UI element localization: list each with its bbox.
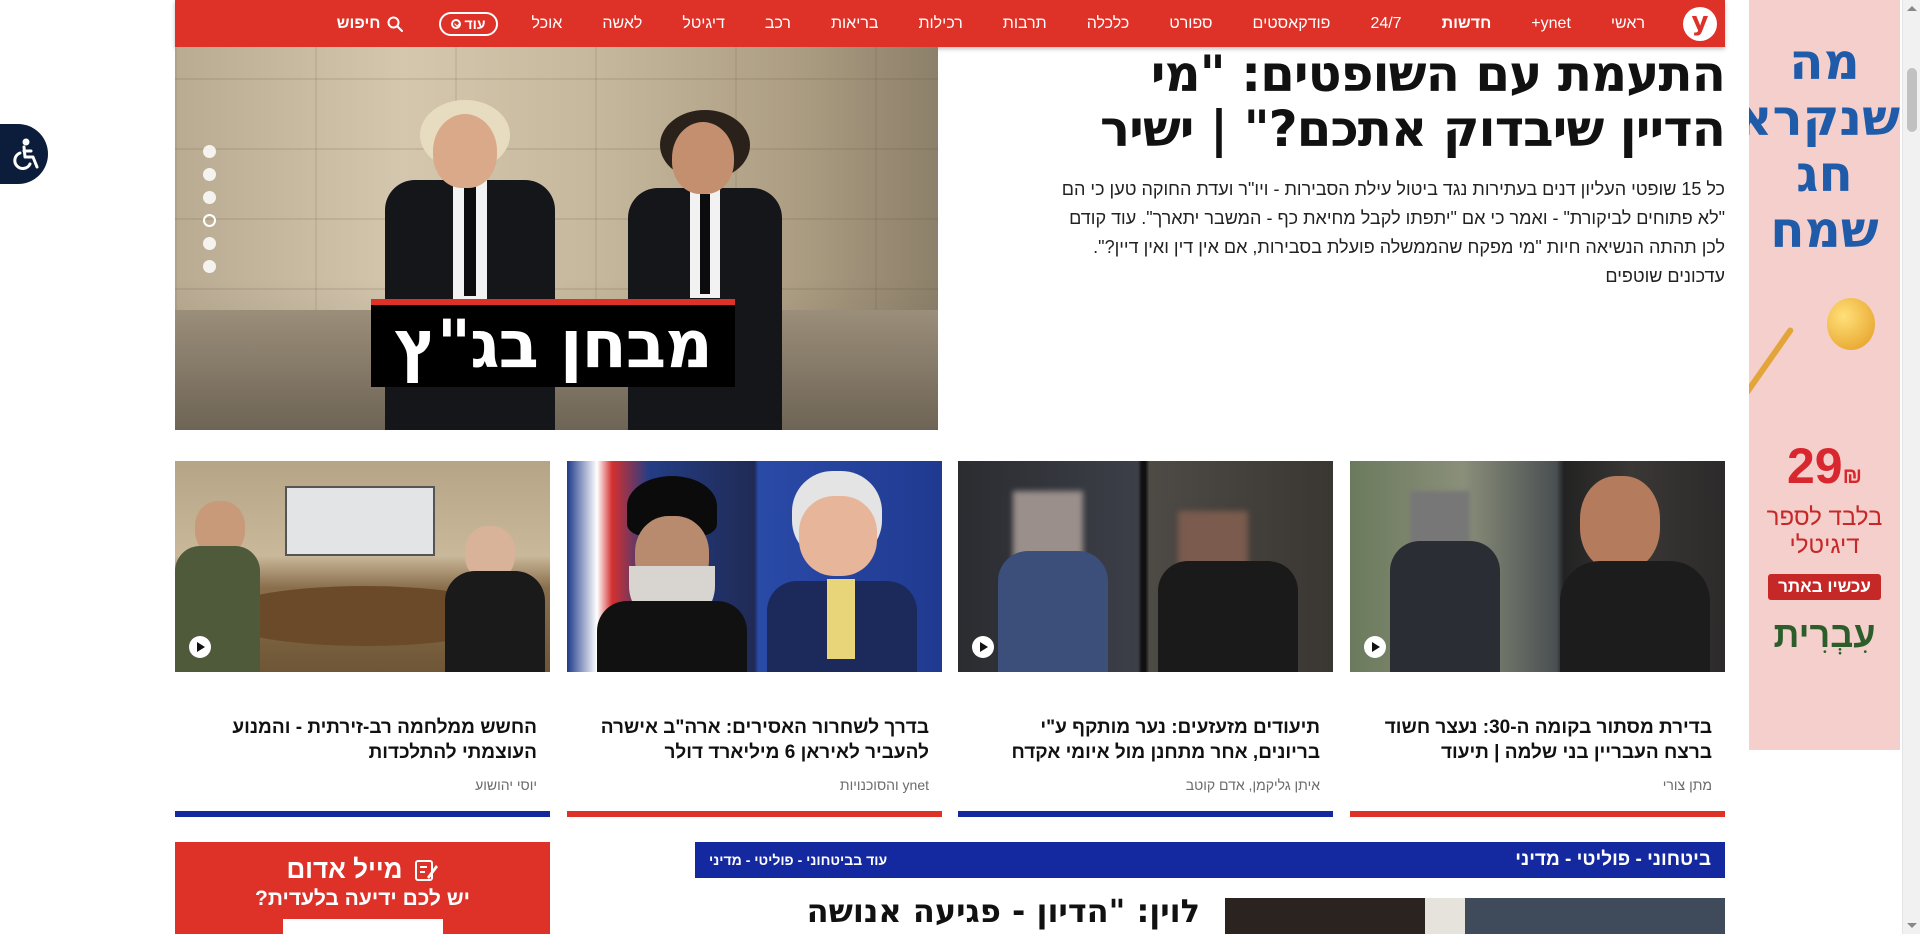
accessibility-button[interactable] bbox=[0, 124, 48, 184]
carousel-dot[interactable] bbox=[203, 168, 216, 181]
nav-item[interactable]: חדשות bbox=[1422, 15, 1512, 33]
card-headline[interactable]: תיעודים מזעזעים: נער מותקף ע"י בריונים, … bbox=[958, 715, 1333, 765]
card-headline[interactable]: בדרך לשחרור האסירים: ארה"ב אישרה להעביר … bbox=[567, 715, 942, 765]
hero-title[interactable]: התעמת עם השופטים: "מי הדיין שיבדוק אתכם?… bbox=[1050, 47, 1726, 157]
carousel-dots bbox=[203, 145, 216, 273]
nav-item[interactable]: תרבות bbox=[983, 15, 1067, 33]
card-thumbnail[interactable] bbox=[567, 461, 942, 672]
page-scrollbar[interactable] bbox=[1902, 0, 1920, 934]
nav-item[interactable]: 24/7 bbox=[1350, 15, 1421, 33]
nav-item[interactable]: פודקאסטים bbox=[1233, 15, 1351, 33]
nav-item[interactable]: רכב bbox=[745, 15, 811, 33]
card-thumbnail[interactable] bbox=[175, 461, 550, 672]
scroll-up-arrow-icon[interactable] bbox=[1907, 6, 1917, 11]
ad-brand-logo: עִבְרִית bbox=[1773, 614, 1876, 655]
nav-item[interactable]: דיגיטל bbox=[662, 15, 745, 33]
card-accent-bar bbox=[567, 811, 942, 817]
search-label: חיפוש bbox=[336, 14, 381, 32]
ad-price: 29₪ bbox=[1749, 438, 1900, 504]
card-accent-bar bbox=[175, 811, 550, 817]
news-card[interactable]: בדירת מסתור בקומה ה-30: נעצר חשוד ברצח ה… bbox=[1350, 461, 1725, 817]
carousel-dot[interactable] bbox=[203, 191, 216, 204]
side-advertisement[interactable]: מה שנקרא חג שמח 29₪ בלבד לספר דיגיטלי עכ… bbox=[1749, 0, 1900, 750]
section-more-link[interactable]: עוד בביטחוני - פוליטי - מדיני bbox=[709, 852, 887, 868]
card-author: ynet והסוכנויות bbox=[839, 777, 929, 793]
section-thumbnail[interactable] bbox=[1225, 898, 1725, 934]
carousel-dot[interactable] bbox=[203, 145, 216, 158]
card-accent-bar bbox=[1350, 811, 1725, 817]
hero-text: התעמת עם השופטים: "מי הדיין שיבדוק אתכם?… bbox=[1050, 47, 1726, 291]
section-title[interactable]: ביטחוני - פוליטי - מדיני bbox=[1515, 849, 1711, 871]
nav-item[interactable]: ynet+ bbox=[1511, 15, 1591, 33]
ad-currency: ₪ bbox=[1842, 463, 1863, 488]
card-author: מתן צורי bbox=[1662, 777, 1712, 793]
edit-note-icon bbox=[414, 859, 438, 881]
ad-price-value: 29 bbox=[1786, 438, 1843, 494]
carousel-dot[interactable] bbox=[203, 237, 216, 250]
hero-summary[interactable]: כל 15 שופטי העליון דנים בעתירות נגד ביטו… bbox=[1050, 175, 1725, 291]
nav-item[interactable]: בריאות bbox=[811, 15, 899, 33]
card-accent-bar bbox=[958, 811, 1333, 817]
red-mail-subtitle: יש לכם ידיעה בלעדית? bbox=[255, 887, 470, 910]
card-author: יוסי יהושוע bbox=[475, 777, 537, 793]
ad-headline: מה שנקרא חג שמח bbox=[1749, 33, 1900, 259]
more-label: עוד bbox=[464, 15, 486, 32]
hero-image[interactable]: מבחן בג"ץ bbox=[175, 47, 938, 430]
nav-item[interactable]: ראשי bbox=[1591, 15, 1665, 33]
card-headline[interactable]: החשש ממלחמה רב-זירתית - והמנוע העוצמתי ל… bbox=[175, 715, 550, 765]
top-navigation: y ראשי ynet+ חדשות 24/7 פודקאסטים ספורט כלכלה ת… bbox=[175, 0, 1725, 47]
honey-dipper-icon bbox=[1749, 288, 1900, 438]
red-mail-button[interactable] bbox=[282, 919, 443, 934]
nav-item[interactable]: רכילות bbox=[898, 15, 982, 33]
red-mail-title-row: מייל אדום bbox=[175, 854, 550, 885]
carousel-dot[interactable] bbox=[203, 260, 216, 273]
scroll-down-arrow-icon[interactable] bbox=[1907, 923, 1917, 928]
video-play-icon bbox=[189, 636, 211, 658]
video-play-icon bbox=[1364, 636, 1386, 658]
section-header: ביטחוני - פוליטי - מדיני עוד בביטחוני - … bbox=[695, 842, 1725, 878]
card-thumbnail[interactable] bbox=[958, 461, 1333, 672]
accessibility-icon bbox=[13, 138, 39, 170]
hero-badge: מבחן בג"ץ bbox=[371, 299, 735, 387]
red-mail-box[interactable]: מייל אדום יש לכם ידיעה בלעדית? bbox=[175, 842, 550, 934]
red-mail-title: מייל אדום bbox=[286, 854, 403, 884]
news-card[interactable]: החשש ממלחמה רב-זירתית - והמנוע העוצמתי ל… bbox=[175, 461, 550, 817]
scrollbar-thumb[interactable] bbox=[1907, 68, 1917, 132]
card-author: איתן גליקמן, אדם קוטב bbox=[1185, 777, 1320, 793]
nav-items: ראשי ynet+ חדשות 24/7 פודקאסטים ספורט כלכלה תרב… bbox=[512, 15, 1665, 33]
nav-item[interactable]: לאשה bbox=[582, 15, 662, 33]
section-headline[interactable]: לוין: "הדיון - פגיעה אנושה bbox=[780, 892, 1200, 930]
nav-item[interactable]: אוכל bbox=[512, 15, 583, 33]
nav-item[interactable]: ספורט bbox=[1149, 15, 1232, 33]
card-headline[interactable]: בדירת מסתור בקומה ה-30: נעצר חשוד ברצח ה… bbox=[1350, 715, 1725, 765]
news-card[interactable]: תיעודים מזעזעים: נער מותקף ע"י בריונים, … bbox=[958, 461, 1333, 817]
video-play-icon bbox=[972, 636, 994, 658]
search-icon bbox=[387, 16, 403, 32]
ad-subtitle: בלבד לספר דיגיטלי bbox=[1766, 504, 1883, 559]
ynet-logo[interactable]: y bbox=[1683, 6, 1717, 41]
search-button[interactable]: חיפוש bbox=[337, 15, 403, 33]
chevron-down-icon bbox=[450, 18, 461, 29]
nav-item[interactable]: כלכלה bbox=[1067, 15, 1150, 33]
news-card[interactable]: בדרך לשחרור האסירים: ארה"ב אישרה להעביר … bbox=[567, 461, 942, 817]
card-thumbnail[interactable] bbox=[1350, 461, 1725, 672]
more-menu-button[interactable]: עוד bbox=[438, 11, 498, 36]
carousel-dot[interactable] bbox=[203, 214, 216, 227]
ad-cta-button[interactable]: עכשיו באתר bbox=[1768, 574, 1881, 600]
